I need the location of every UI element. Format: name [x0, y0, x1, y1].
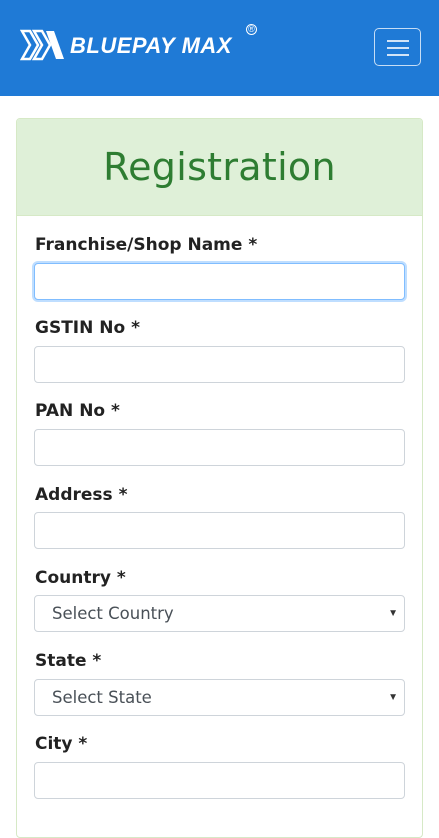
country-label: Country *	[35, 568, 126, 588]
shop-name-input[interactable]	[34, 263, 405, 300]
city-input[interactable]	[34, 762, 405, 799]
gstin-label: GSTIN No *	[35, 318, 140, 338]
chevron-down-icon: ▼	[388, 608, 398, 619]
pan-label: PAN No *	[35, 401, 120, 421]
registration-header: Registration	[17, 119, 422, 216]
bluepay-logo-icon	[20, 29, 64, 61]
chevron-down-icon: ▼	[388, 692, 398, 703]
brand-name: BLUEPAY MAX	[70, 33, 232, 58]
registration-card: Registration Franchise/Shop Name * GSTIN…	[16, 118, 423, 838]
state-select[interactable]: Select State ▼	[34, 679, 405, 716]
page-title: Registration	[103, 145, 336, 189]
city-label: City *	[35, 734, 88, 754]
pan-input[interactable]	[34, 429, 405, 466]
address-label: Address *	[35, 485, 128, 505]
top-navbar: BLUEPAY MAX ®	[0, 0, 439, 96]
address-input[interactable]	[34, 512, 405, 549]
registered-mark: ®	[246, 24, 257, 35]
brand-logo[interactable]: BLUEPAY MAX ®	[20, 24, 257, 66]
country-select-value: Select Country	[52, 604, 174, 623]
gstin-input[interactable]	[34, 346, 405, 383]
shop-name-label: Franchise/Shop Name *	[35, 235, 258, 255]
state-label: State *	[35, 651, 102, 671]
state-select-value: Select State	[52, 688, 152, 707]
hamburger-menu-icon	[387, 54, 409, 56]
hamburger-menu-icon	[387, 47, 409, 49]
hamburger-menu-icon	[387, 40, 409, 42]
country-select[interactable]: Select Country ▼	[34, 595, 405, 632]
menu-toggle-button[interactable]	[374, 28, 421, 66]
